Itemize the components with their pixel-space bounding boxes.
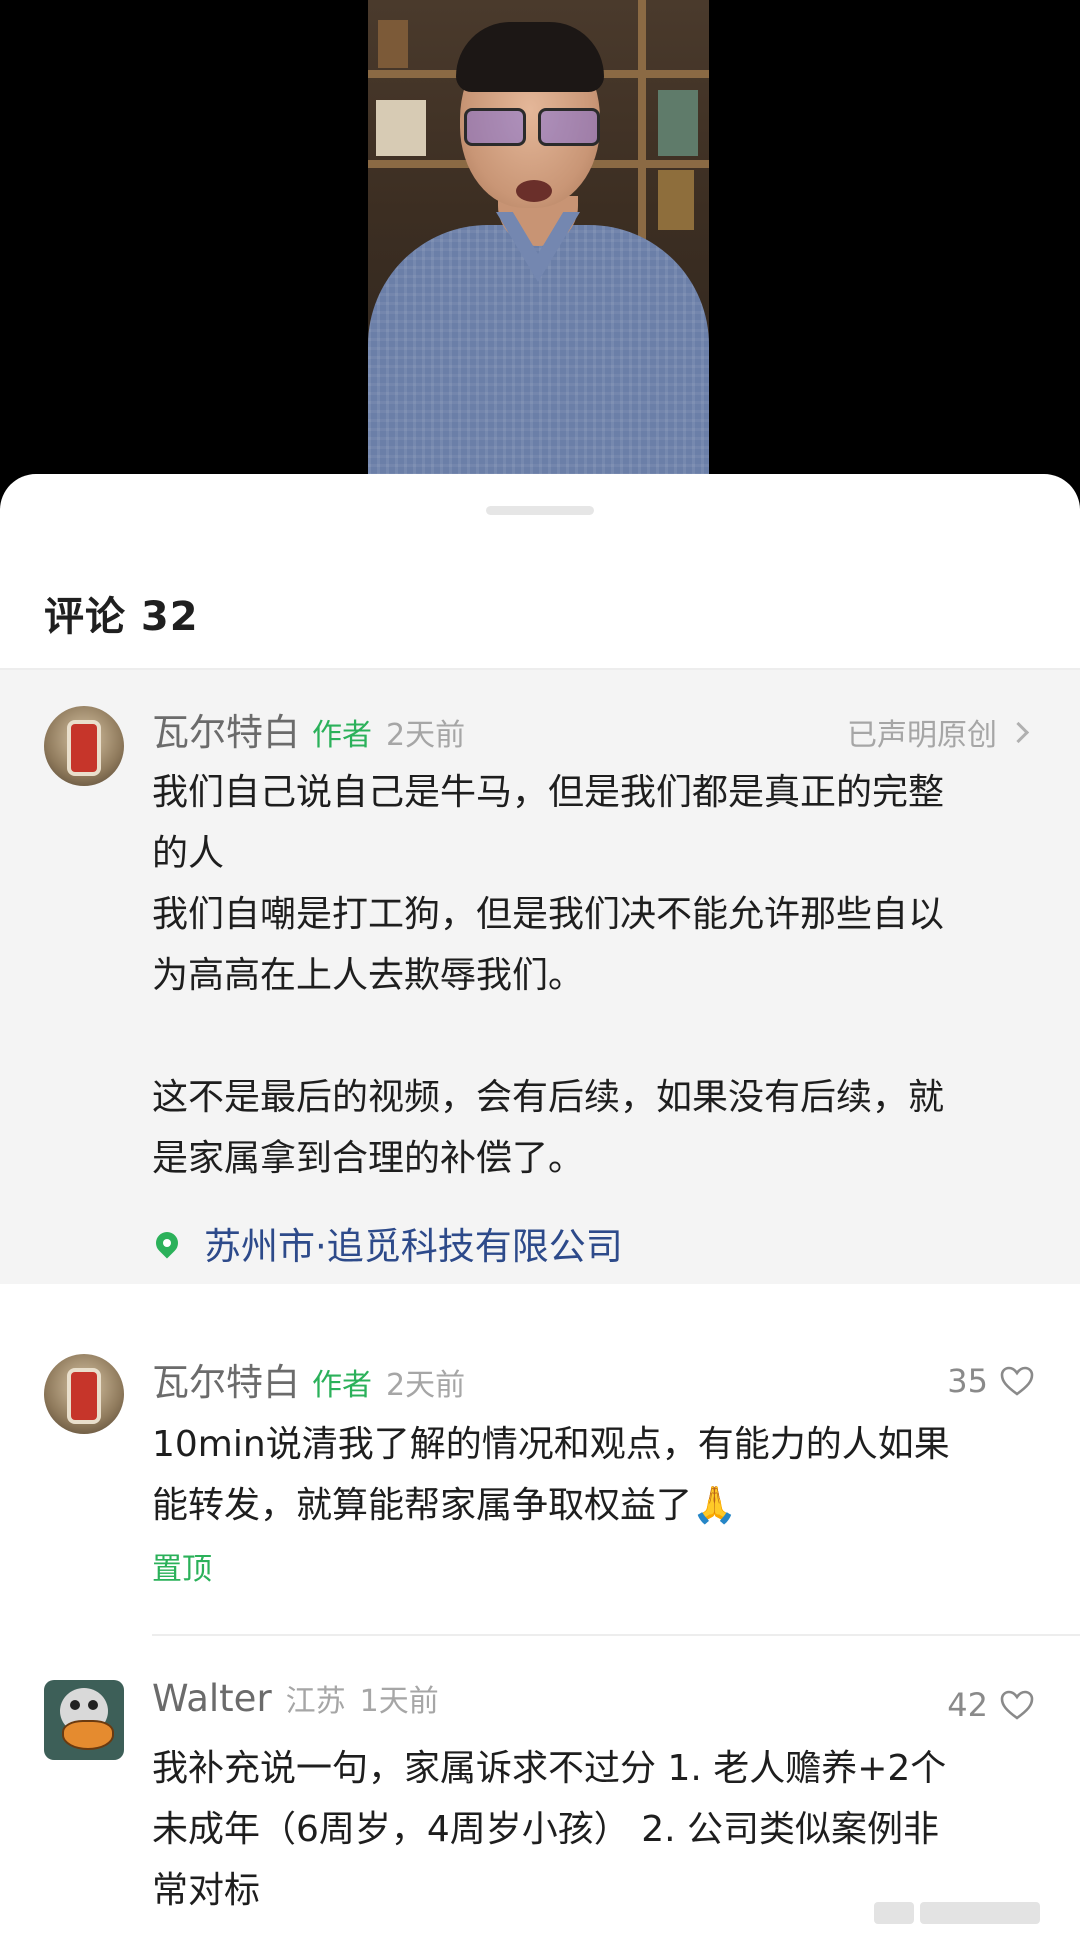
heart-icon (1000, 1366, 1034, 1396)
picture-frame (376, 100, 426, 156)
original-claim-link[interactable]: 已声明原创 (847, 710, 1030, 754)
commenter-avatar[interactable] (44, 1680, 124, 1760)
pray-emoji-icon: 🙏 (692, 1485, 737, 1526)
like-count: 42 (947, 1686, 988, 1724)
presenter-hair (456, 22, 604, 92)
book (658, 90, 698, 156)
presenter-mouth (516, 180, 552, 202)
text-line (152, 1006, 1042, 1067)
commenter-name[interactable]: Walter (152, 1677, 272, 1720)
location-label: 苏州市·追觅科技有限公司 (204, 1225, 623, 1268)
comment-sheet: 评论 32 瓦尔特白 作者 2天前 已声明原创 我们自己说自己是牛马，但是我们都… (0, 474, 1080, 1936)
author-tag: 作者 (312, 1368, 372, 1403)
divider (152, 1634, 1080, 1636)
comment-header: Walter 江苏 1天前 (152, 1676, 439, 1720)
commenter-avatar[interactable] (44, 1354, 124, 1434)
like-button[interactable]: 42 (947, 1686, 1034, 1724)
text-line: 为高高在上人去欺辱我们。 (152, 955, 585, 996)
location-link[interactable]: 苏州市·追觅科技有限公司 (151, 1216, 623, 1270)
text-line: 我们自己说自己是牛马，但是我们都是真正的完整 (152, 772, 945, 813)
presenter-glasses (464, 108, 600, 148)
video-player[interactable] (368, 0, 709, 474)
text-line: 是家属拿到合理的补偿了。 (152, 1138, 585, 1179)
book (658, 170, 694, 230)
book (378, 20, 408, 68)
text-line: 10min说清我了解的情况和观点，有能力的人如果 (152, 1424, 950, 1465)
text-line: 能转发，就算能帮家属争取权益了🙏 (152, 1475, 1042, 1536)
comment-body: 10min说清我了解的情况和观点，有能力的人如果 能转发，就算能帮家属争取权益了… (152, 1414, 1042, 1536)
original-claim-label: 已声明原创 (847, 718, 997, 753)
comments-title: 评论 32 (44, 594, 199, 640)
pinned-post-header: 瓦尔特白 作者 2天前 (152, 702, 465, 756)
author-avatar[interactable] (44, 706, 124, 786)
text-line: 我补充说一句，家属诉求不过分 1. 老人赡养+2个 (152, 1748, 947, 1789)
pinned-label: 置顶 (152, 1552, 212, 1587)
like-button[interactable]: 35 (947, 1362, 1034, 1400)
text-line: 这不是最后的视频，会有后续，如果没有后续，就 (152, 1077, 945, 1118)
text-line-segment: 能转发，就算能帮家属争取权益了 (152, 1485, 693, 1526)
comment-time: 2天前 (386, 1368, 466, 1403)
watermark (874, 1902, 1040, 1924)
drag-handle[interactable] (486, 506, 594, 515)
commenter-name[interactable]: 瓦尔特白 (152, 1352, 300, 1406)
heart-icon (1000, 1690, 1034, 1720)
comment-body: 我补充说一句，家属诉求不过分 1. 老人赡养+2个 未成年（6周岁，4周岁小孩）… (152, 1738, 1042, 1921)
comment-header: 瓦尔特白 作者 2天前 (152, 1352, 465, 1406)
location-pin-icon (151, 1227, 183, 1259)
text-line: 我们自嘲是打工狗，但是我们决不能允许那些自以 (152, 894, 945, 935)
text-line: 未成年（6周岁，4周岁小孩） 2. 公司类似案例非 (152, 1809, 940, 1850)
comment-time: 1天前 (359, 1684, 439, 1719)
pinned-post-body: 我们自己说自己是牛马，但是我们都是真正的完整 的人 我们自嘲是打工狗，但是我们决… (152, 762, 1042, 1189)
author-tag: 作者 (312, 718, 372, 753)
post-time: 2天前 (386, 718, 466, 753)
like-count: 35 (947, 1362, 988, 1400)
author-name[interactable]: 瓦尔特白 (152, 702, 300, 756)
text-line: 的人 (152, 833, 225, 874)
chevron-right-icon (1007, 721, 1030, 743)
commenter-region: 江苏 (285, 1684, 346, 1719)
